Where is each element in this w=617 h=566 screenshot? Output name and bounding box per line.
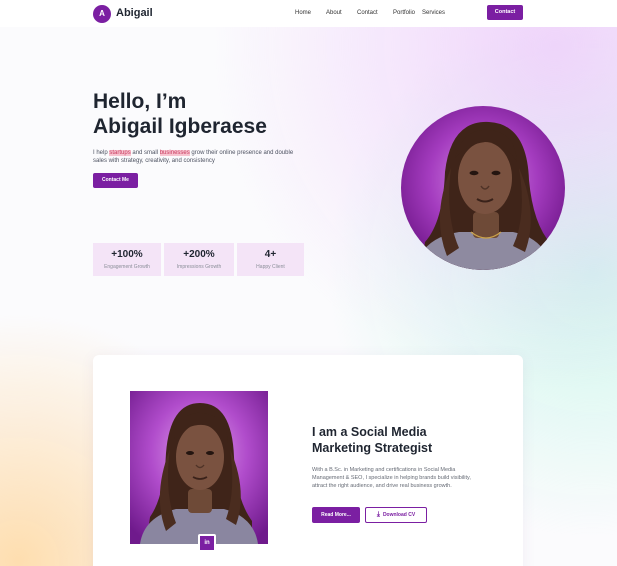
nav-home[interactable]: Home [295, 9, 311, 17]
about-portrait [130, 391, 268, 544]
hero-description: I help startups and small businesses gro… [93, 150, 308, 165]
contact-me-button[interactable]: Contact Me [93, 173, 138, 188]
stat-label: Impressions Growth [176, 264, 222, 270]
read-more-button[interactable]: Read More... [312, 507, 360, 523]
about-description: With a B.Sc. in Marketing and certificat… [312, 467, 471, 489]
download-icon: ⤓ [376, 511, 380, 518]
about-title: I am a Social Media Marketing Strategist [312, 424, 432, 456]
about-title-line1: I am a Social Media [312, 425, 427, 439]
nav-portfolio[interactable]: Portfolio [393, 9, 415, 17]
highlight-businesses: businesses [159, 150, 190, 156]
stat-value: +200% [183, 249, 215, 260]
download-cv-label: Download CV [382, 512, 416, 518]
stat-value: +100% [111, 249, 143, 260]
stat-card-impressions: +200% Impressions Growth [164, 243, 234, 276]
nav-contact[interactable]: Contact [357, 9, 378, 17]
stat-card-clients: 4+ Happy Client [237, 243, 304, 276]
logo-name[interactable]: Abigail [116, 7, 153, 20]
hero-title-line2: Abigail Igberaese [93, 115, 267, 138]
site-header: A Abigail Home About Contact Portfolio S… [0, 0, 617, 27]
nav-about[interactable]: About [326, 9, 342, 17]
stat-value: 4+ [264, 249, 277, 260]
header-contact-button[interactable]: Contact [487, 5, 523, 20]
hero-desc-text: I help [93, 150, 110, 156]
about-title-line2: Marketing Strategist [312, 441, 433, 455]
hero-desc-text: and small [130, 150, 160, 156]
download-cv-button[interactable]: ⤓ Download CV [365, 507, 427, 523]
logo-badge[interactable]: A [93, 5, 111, 23]
linkedin-icon[interactable]: in [198, 534, 216, 552]
profile-portrait [401, 106, 565, 270]
stat-card-engagement: +100% Engagement Growth [93, 243, 161, 276]
stat-label: Engagement Growth [104, 264, 150, 270]
about-photo [130, 391, 268, 544]
hero-title-line1: Hello, I’m [93, 90, 187, 113]
stat-label: Happy Client [256, 264, 285, 270]
highlight-startups: startups [109, 150, 131, 156]
hero-title: Hello, I’m Abigail Igberaese [93, 89, 267, 139]
profile-photo-circle [401, 106, 565, 270]
nav-services[interactable]: Services [422, 9, 445, 17]
